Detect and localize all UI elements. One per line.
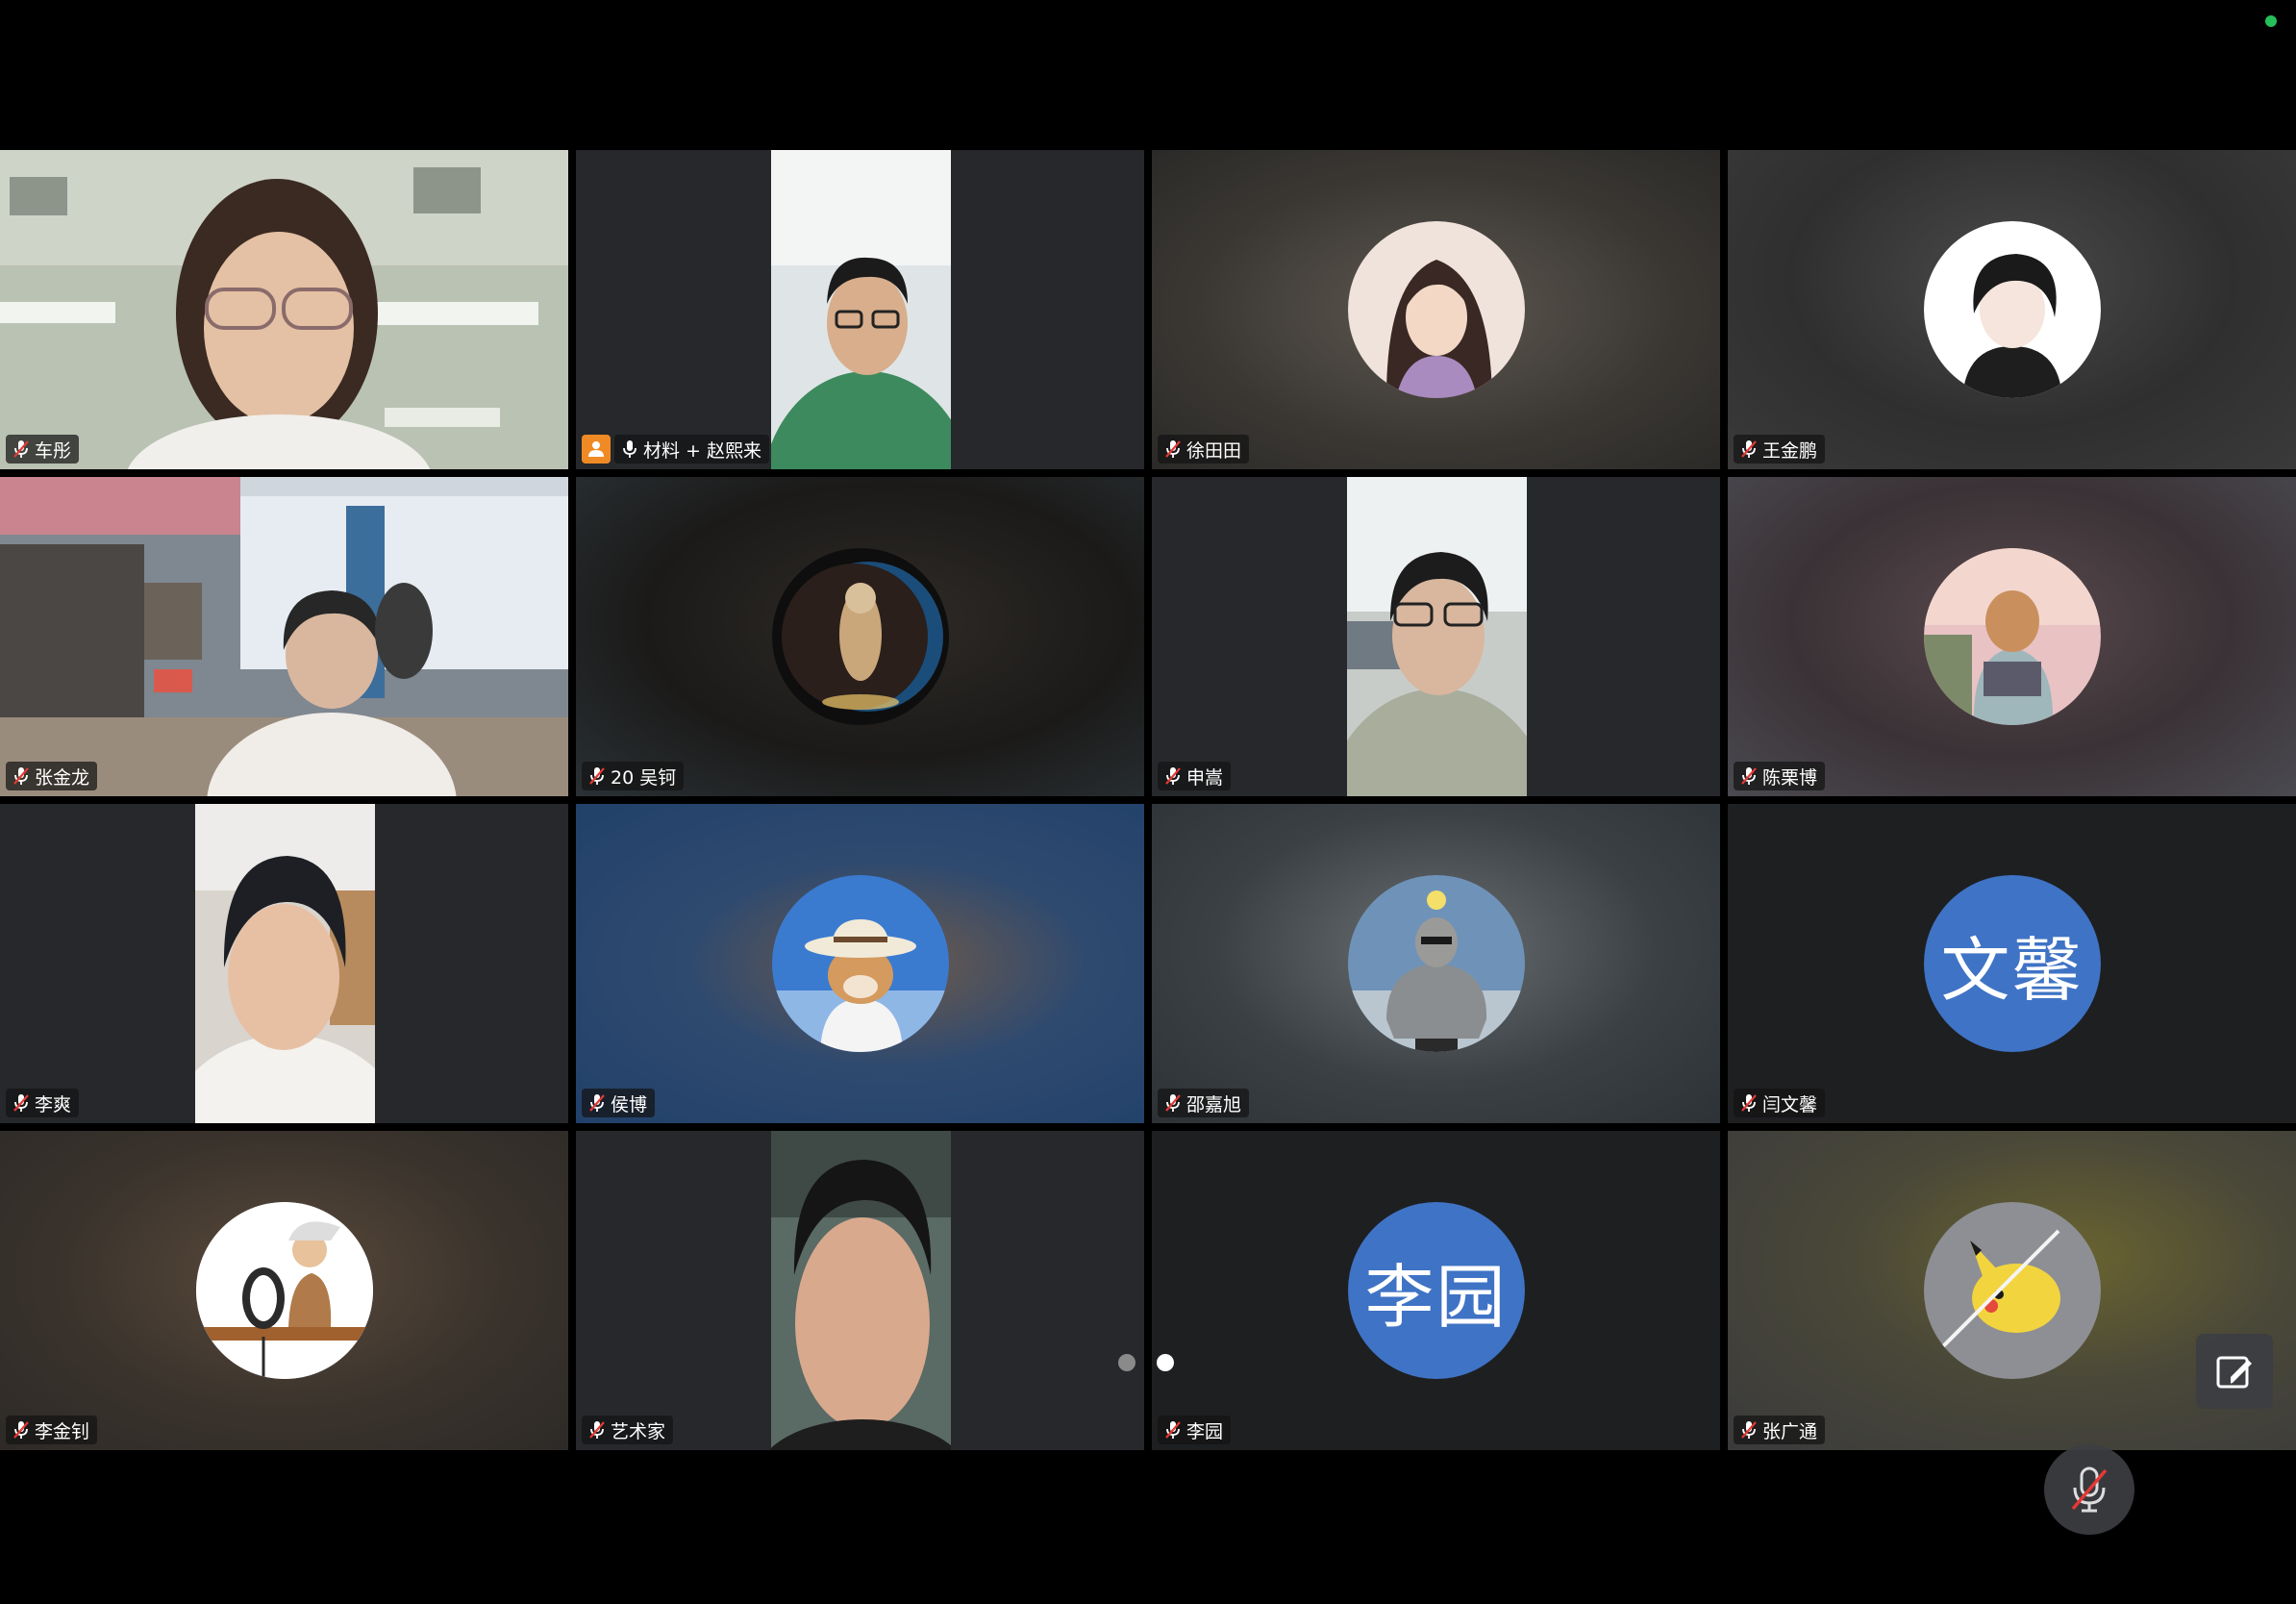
participant-tile[interactable]: 材料 + 赵熙来	[576, 150, 1144, 469]
annotate-icon	[2216, 1356, 2252, 1389]
participant-label: 王金鹏	[1734, 435, 1826, 464]
participant-name: 侯博	[611, 1093, 648, 1115]
page-indicator	[1118, 1354, 1174, 1371]
mic-muted-icon	[1741, 767, 1757, 785]
participant-name: 20 吴钶	[611, 766, 677, 789]
page-dot-2-active[interactable]	[1157, 1354, 1174, 1371]
mic-muted-icon	[2071, 1466, 2108, 1513]
participant-name: 李园	[1186, 1420, 1224, 1442]
participant-tile[interactable]: 李金钊	[0, 1131, 568, 1450]
participant-name: 李金钊	[35, 1420, 90, 1442]
participant-label: 艺术家	[582, 1416, 674, 1444]
mic-muted-icon	[589, 1094, 605, 1112]
page-dot-1[interactable]	[1118, 1354, 1136, 1371]
participant-label: 张广通	[1734, 1416, 1826, 1444]
participant-label: 材料 + 赵熙来	[582, 435, 769, 464]
participant-label: 李爽	[6, 1089, 80, 1117]
participant-tile[interactable]: 申嵩	[1152, 477, 1720, 796]
illustrated-woman-avatar-icon	[1347, 221, 1525, 398]
text-avatar: 文馨	[1923, 875, 2101, 1052]
participant-label: 闫文馨	[1734, 1089, 1826, 1117]
participant-tile[interactable]: 陈栗博	[1728, 477, 2296, 796]
participant-name: 张金龙	[35, 766, 90, 789]
participant-label: 邵嘉旭	[1158, 1089, 1250, 1117]
participant-tile[interactable]: 20 吴钶	[576, 477, 1144, 796]
participant-name: 申嵩	[1186, 766, 1224, 789]
participant-tile[interactable]: 李爽	[0, 804, 568, 1123]
mic-muted-icon	[13, 1421, 29, 1439]
connection-status-icon	[2265, 15, 2277, 27]
mic-muted-icon	[13, 767, 29, 785]
camera-video	[194, 804, 375, 1123]
participant-name: 王金鹏	[1762, 439, 1818, 462]
astronaut-portal-avatar-icon	[771, 548, 949, 725]
mic-icon	[623, 440, 636, 458]
participant-label: 侯博	[582, 1089, 656, 1117]
participant-tile[interactable]: 徐田田	[1152, 150, 1720, 469]
sweater-person-avatar-icon	[1347, 875, 1525, 1052]
mic-muted-icon	[1165, 767, 1181, 785]
participant-grid: 车彤 材料 + 赵熙来 徐田田 王金鹏 张金龙 20 吴钶 申嵩 陈栗博 李爽 …	[0, 150, 2296, 1452]
camera-video	[770, 150, 951, 469]
participant-label: 20 吴钶	[582, 762, 685, 790]
shiba-hat-avatar-icon	[771, 875, 949, 1052]
participant-name: 邵嘉旭	[1186, 1093, 1242, 1115]
participant-tile[interactable]: 艺术家	[576, 1131, 1144, 1450]
text-avatar: 李园	[1347, 1202, 1525, 1379]
participant-label: 李金钊	[6, 1416, 98, 1444]
participant-tile[interactable]: 张金龙	[0, 477, 568, 796]
participant-name: 艺术家	[611, 1420, 666, 1442]
mic-muted-icon	[589, 767, 605, 785]
anime-boy-avatar-icon	[1923, 221, 2101, 398]
mic-muted-icon	[1165, 1421, 1181, 1439]
participant-name: 材料 + 赵熙来	[643, 439, 761, 462]
participant-name: 闫文馨	[1762, 1093, 1818, 1115]
mic-muted-icon	[13, 1094, 29, 1112]
participant-name: 车彤	[35, 439, 72, 462]
camera-video	[770, 1131, 951, 1450]
participant-tile[interactable]: 王金鹏	[1728, 150, 2296, 469]
mic-muted-icon	[1741, 440, 1757, 458]
participant-tile[interactable]: 邵嘉旭	[1152, 804, 1720, 1123]
participant-tile[interactable]: 李园 李园	[1152, 1131, 1720, 1450]
mic-muted-icon	[589, 1421, 605, 1439]
mute-button[interactable]	[2044, 1444, 2134, 1535]
mic-muted-icon	[1165, 1094, 1181, 1112]
participant-tile[interactable]: 侯博	[576, 804, 1144, 1123]
participant-tile[interactable]: 文馨 闫文馨	[1728, 804, 2296, 1123]
participant-name: 李爽	[35, 1093, 72, 1115]
participant-label: 徐田田	[1158, 435, 1250, 464]
camera-video	[0, 150, 568, 469]
camera-video	[0, 477, 568, 796]
mic-muted-icon	[1741, 1421, 1757, 1439]
participant-label: 陈栗博	[1734, 762, 1826, 790]
participant-name: 陈栗博	[1762, 766, 1818, 789]
pikachu-plush-avatar-icon	[1923, 1202, 2101, 1379]
participant-name: 徐田田	[1186, 439, 1242, 462]
old-man-cartoon-avatar-icon	[195, 1202, 373, 1379]
participant-label: 张金龙	[6, 762, 98, 790]
participant-label: 李园	[1158, 1416, 1232, 1444]
participant-label: 申嵩	[1158, 762, 1232, 790]
anime-boy-backpack-avatar-icon	[1923, 548, 2101, 725]
camera-video	[1346, 477, 1527, 796]
mic-muted-icon	[1165, 440, 1181, 458]
participant-label: 车彤	[6, 435, 80, 464]
host-icon	[582, 435, 611, 464]
mic-muted-icon	[1741, 1094, 1757, 1112]
participant-tile[interactable]: 车彤	[0, 150, 568, 469]
mic-muted-icon	[13, 440, 29, 458]
annotate-button[interactable]	[2196, 1334, 2273, 1409]
participant-name: 张广通	[1762, 1420, 1818, 1442]
